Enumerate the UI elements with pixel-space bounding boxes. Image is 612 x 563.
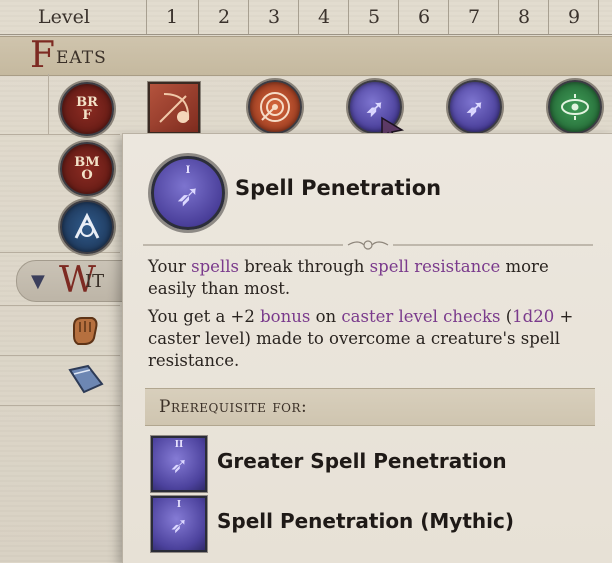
prereq-item-label: Greater Spell Penetration	[217, 449, 507, 473]
tier-marker: I	[176, 500, 182, 510]
keyword-spell-resistance-link[interactable]: spell resistance	[370, 257, 501, 276]
grid-line	[0, 305, 120, 306]
level-9: 9	[567, 6, 581, 28]
keyword-spells-link[interactable]: spells	[191, 257, 239, 276]
feats-section-header: F EATS	[0, 36, 612, 76]
column-divider	[548, 0, 549, 34]
feat-tooltip: I ➶ Spell Penetration Your spells break …	[122, 133, 612, 563]
tooltip-description-2: You get a +2 bonus on caster level check…	[148, 306, 588, 372]
column-divider	[348, 0, 349, 34]
grid-line	[0, 134, 120, 135]
ornate-divider	[143, 240, 593, 250]
prereq-item-greater-spell-penetration[interactable]: II ➶ Greater Spell Penetration	[151, 436, 591, 494]
tier-marker: II	[174, 440, 184, 450]
greater-spell-penetration-feat-icon[interactable]: ➶	[448, 80, 502, 134]
arcane-sigil-icon	[74, 212, 100, 239]
target-icon	[260, 92, 290, 122]
target-feat-icon[interactable]	[248, 80, 302, 134]
wing-icon: ➶	[465, 95, 485, 122]
wing-icon: ➶	[169, 513, 189, 539]
grid-line	[0, 355, 120, 356]
keyword-bonus-link[interactable]: bonus	[260, 307, 310, 326]
level-6: 6	[417, 6, 431, 28]
greater-spell-penetration-icon: II ➶	[151, 436, 207, 492]
level-1: 1	[165, 6, 179, 28]
wing-icon: ➶	[365, 95, 385, 122]
prerequisite-section-header: Prerequisite for:	[145, 388, 595, 426]
wing-icon: ➶	[169, 453, 189, 479]
bmo-feat-text: BM O	[74, 155, 100, 183]
desc2-text-b: on	[310, 307, 342, 326]
desc2-text-c: (	[500, 307, 513, 326]
level-5: 5	[367, 6, 381, 28]
tooltip-title: Spell Penetration	[235, 176, 442, 200]
column-divider	[398, 0, 399, 34]
desc1-text-b: break through	[238, 257, 370, 276]
grid-line	[0, 252, 120, 253]
spellbook-icon[interactable]	[66, 362, 106, 398]
desc2-text-a: You get a +2	[148, 307, 261, 326]
fist-icon[interactable]	[66, 312, 102, 348]
keyword-1d20-link[interactable]: 1d20	[512, 307, 554, 326]
column-divider	[248, 0, 249, 34]
fist-icon-svg	[73, 317, 98, 345]
arcane-feat-icon[interactable]	[60, 200, 114, 254]
bmo-feat-icon[interactable]: BM O	[60, 142, 114, 196]
eye-feat-icon[interactable]	[548, 80, 602, 134]
spellbook-icon-svg	[68, 364, 104, 394]
level-2: 2	[217, 6, 231, 28]
desc1-text-a: Your	[148, 257, 192, 276]
witch-section-header[interactable]: ▼ W IT	[16, 260, 128, 302]
column-divider	[146, 0, 147, 34]
prereq-item-spell-penetration-mythic[interactable]: I ➶ Spell Penetration (Mythic)	[151, 496, 591, 554]
level-8: 8	[517, 6, 531, 28]
tier-one-marker: I	[185, 165, 191, 176]
prerequisite-label: Prerequisite for:	[159, 397, 308, 417]
column-divider	[598, 0, 599, 34]
eye-icon	[561, 94, 589, 120]
column-divider	[198, 0, 199, 34]
archer-feat-icon[interactable]	[148, 82, 200, 134]
level-3: 3	[267, 6, 281, 28]
feats-initial: F	[30, 35, 55, 76]
level-header-row: Level 1 2 3 4 5 6 7 8 9	[0, 0, 612, 35]
prereq-item-label: Spell Penetration (Mythic)	[217, 509, 514, 533]
feats-label: EATS	[56, 48, 107, 68]
spell-penetration-icon: I ➶	[151, 156, 225, 230]
bow-icon	[159, 93, 190, 123]
brf-feat-icon[interactable]: BR F	[60, 82, 114, 136]
column-divider	[498, 0, 499, 34]
keyword-caster-level-checks-link[interactable]: caster level checks	[341, 307, 500, 326]
brf-feat-text: BR F	[76, 95, 98, 123]
witch-label: IT	[85, 271, 105, 292]
grid-line	[48, 74, 49, 134]
spell-penetration-mythic-icon: I ➶	[151, 496, 207, 552]
level-label: Level	[38, 6, 90, 28]
grid-line	[0, 405, 120, 406]
level-4: 4	[317, 6, 331, 28]
column-divider	[448, 0, 449, 34]
wing-icon: ➶	[175, 178, 201, 214]
level-7: 7	[467, 6, 481, 28]
tooltip-description-1: Your spells break through spell resistan…	[148, 256, 588, 300]
chevron-down-icon: ▼	[31, 271, 45, 292]
column-divider	[298, 0, 299, 34]
